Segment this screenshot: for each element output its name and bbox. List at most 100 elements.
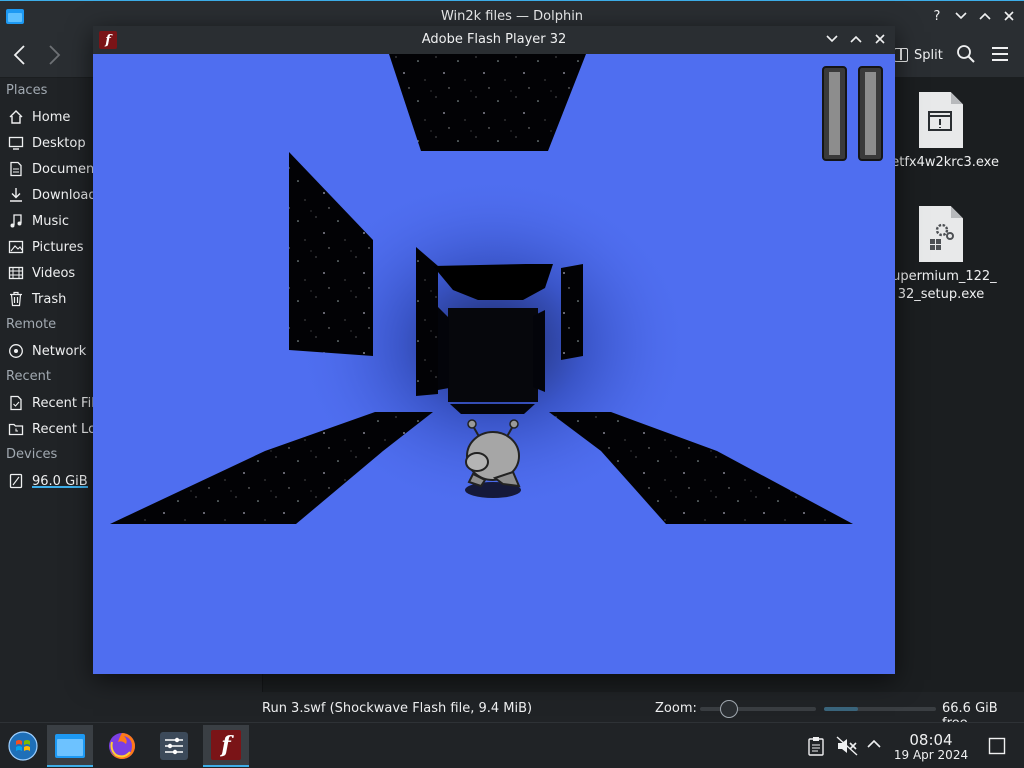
- place-recent-locations[interactable]: Recent Locations: [0, 416, 96, 442]
- place-recent-files[interactable]: Recent Files: [0, 390, 96, 416]
- flash-player-window: f Adobe Flash Player 32: [93, 26, 895, 674]
- drive-usage-bar: [32, 486, 88, 488]
- show-desktop-button[interactable]: [988, 737, 1006, 755]
- flash-close-button[interactable]: [871, 30, 889, 48]
- place-label: Recent Files: [32, 395, 96, 411]
- close-icon: [875, 34, 885, 44]
- pictures-icon: [8, 239, 24, 255]
- drive-icon: [8, 473, 24, 489]
- place-documents[interactable]: Documents: [0, 156, 96, 182]
- file-item[interactable]: supermium_122_ 32_setup.exe: [881, 206, 1001, 304]
- network-icon: [8, 343, 24, 359]
- help-button[interactable]: ?: [928, 7, 946, 25]
- game-stage[interactable]: [93, 54, 895, 674]
- music-icon: [8, 213, 24, 229]
- setup-file-icon: [919, 206, 963, 262]
- place-label: Desktop: [32, 135, 86, 151]
- place-desktop[interactable]: Desktop: [0, 130, 96, 156]
- chevron-down-icon: [955, 12, 967, 20]
- expand-tray-icon: [867, 739, 881, 748]
- zoom-slider[interactable]: [700, 700, 816, 718]
- status-bar: Run 3.swf (Shockwave Flash file, 9.4 MiB…: [262, 694, 1024, 731]
- close-icon: [1004, 11, 1014, 21]
- place-music[interactable]: Music: [0, 208, 96, 234]
- tunnel-core-void: [448, 308, 538, 402]
- remote-section-title: Remote: [6, 317, 57, 332]
- place-label: Recent Locations: [32, 421, 96, 437]
- documents-icon: [8, 161, 24, 177]
- flash-maximize-button[interactable]: [847, 30, 865, 48]
- split-label: Split: [914, 47, 943, 63]
- place-internal-drive[interactable]: 96.0 GiB Internal Drive: [0, 468, 96, 494]
- place-videos[interactable]: Videos: [0, 260, 96, 286]
- window-title: Win2k files — Dolphin: [440, 9, 584, 24]
- taskbar-flash-player[interactable]: f: [203, 725, 249, 767]
- left-deep-void: [438, 307, 449, 390]
- downloads-icon: [8, 187, 24, 203]
- place-pictures[interactable]: Pictures: [0, 234, 96, 260]
- status-text: Run 3.swf (Shockwave Flash file, 9.4 MiB…: [262, 701, 533, 716]
- right-deep-void: [533, 310, 545, 392]
- recent-locations-icon: [8, 421, 24, 437]
- firefox-icon: [109, 733, 135, 759]
- chevron-down-icon: [826, 35, 838, 43]
- flash-window-title: Adobe Flash Player 32: [421, 32, 567, 47]
- place-trash[interactable]: Trash: [0, 286, 96, 312]
- taskbar: f 08:04 19 Apr 2024: [0, 722, 1024, 768]
- clock-time[interactable]: 08:04: [890, 731, 972, 749]
- places-section-title: Places: [6, 83, 48, 98]
- hamburger-menu-button[interactable]: [990, 45, 1010, 65]
- place-label: Music: [32, 213, 69, 229]
- videos-icon: [8, 265, 24, 281]
- file-item[interactable]: netfx4w2krc3.exe: [881, 92, 1001, 172]
- forward-button[interactable]: [48, 44, 72, 66]
- taskbar-firefox[interactable]: [99, 725, 145, 767]
- zoom-label: Zoom:: [655, 701, 697, 716]
- taskbar-dolphin[interactable]: [47, 725, 93, 767]
- place-label: Network: [32, 343, 87, 359]
- zoom-slider-handle[interactable]: [720, 700, 738, 718]
- recent-section-title: Recent: [6, 369, 51, 384]
- tray-expand-button[interactable]: [866, 738, 884, 754]
- place-home[interactable]: Home: [0, 104, 96, 130]
- tunnel-floor-void: [450, 404, 535, 414]
- flash-titlebar[interactable]: f Adobe Flash Player 32: [93, 26, 895, 54]
- recent-files-icon: [8, 395, 24, 411]
- place-network[interactable]: Network: [0, 338, 96, 364]
- volume-button[interactable]: [836, 736, 858, 756]
- taskbar-settings[interactable]: [151, 725, 197, 767]
- start-menu-button[interactable]: [0, 725, 46, 767]
- maximize-button[interactable]: [976, 7, 994, 25]
- settings-icon: [160, 732, 188, 760]
- flash-minimize-button[interactable]: [823, 30, 841, 48]
- chevron-right-icon: [49, 45, 61, 65]
- place-label: Pictures: [32, 239, 84, 255]
- minimize-button[interactable]: [952, 7, 970, 25]
- free-space-fill: [824, 707, 858, 711]
- back-button[interactable]: [12, 44, 36, 66]
- search-button[interactable]: [956, 44, 978, 66]
- dolphin-icon: [55, 734, 85, 758]
- trash-icon: [8, 291, 24, 307]
- close-button[interactable]: [1000, 7, 1018, 25]
- show-desktop-icon: [988, 737, 1006, 755]
- clipboard-icon: [808, 737, 824, 756]
- split-button[interactable]: Split: [894, 44, 943, 66]
- home-icon: [8, 109, 24, 125]
- file-name: netfx4w2krc3.exe: [883, 155, 999, 170]
- file-name-line-1: supermium_122_: [885, 269, 997, 284]
- left-inner-void: [416, 247, 438, 396]
- exe-file-icon: [919, 92, 963, 148]
- right-inner-void: [561, 264, 583, 360]
- place-label: Trash: [32, 291, 67, 307]
- volume-muted-icon: [836, 736, 858, 756]
- devices-section-title: Devices: [6, 447, 58, 462]
- place-downloads[interactable]: Downloads: [0, 182, 96, 208]
- place-label: Videos: [32, 265, 76, 281]
- place-label: Home: [32, 109, 71, 125]
- chevron-left-icon: [13, 45, 25, 65]
- chevron-up-icon: [850, 35, 862, 43]
- clipboard-button[interactable]: [807, 736, 827, 756]
- clock-date[interactable]: 19 Apr 2024: [890, 748, 972, 762]
- chevron-up-icon: [979, 12, 991, 20]
